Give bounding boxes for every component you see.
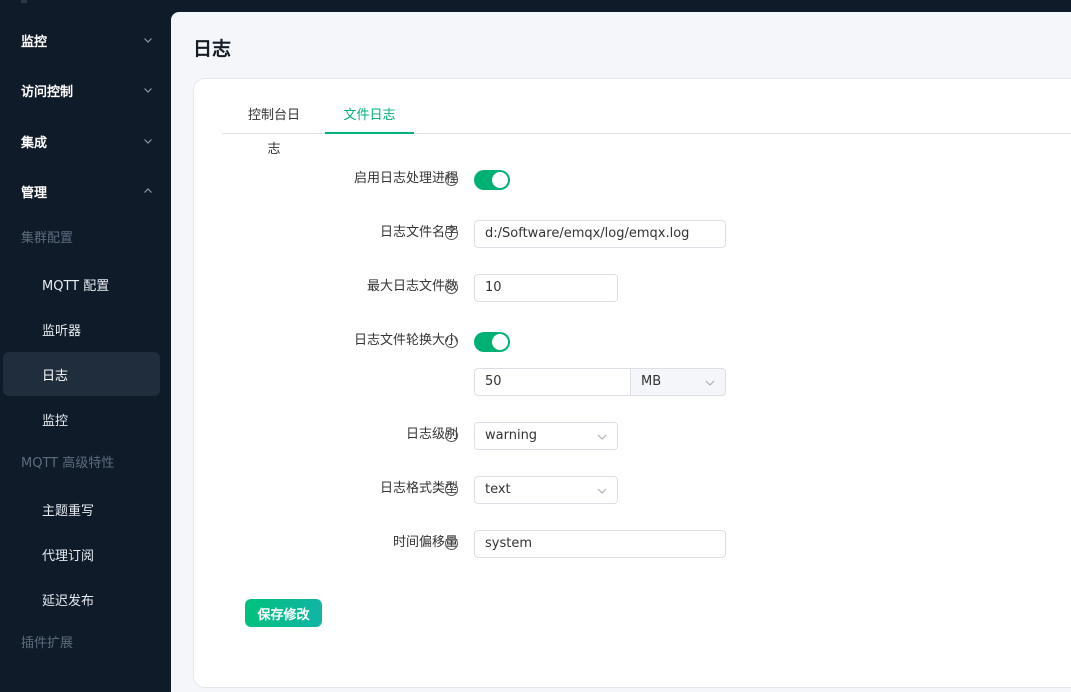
sidebar-item-auto-subscribe[interactable]: 代理订阅: [3, 532, 160, 576]
question-circle-icon[interactable]: ?: [445, 173, 458, 186]
sidebar-item-label: 集成: [21, 135, 48, 151]
scroll-overflow-indicator: [21, 0, 27, 3]
sidebar-item-label: 日志: [42, 368, 69, 384]
sidebar-item-label: 主题重写: [42, 503, 95, 519]
unit-select-value: MB: [641, 374, 662, 389]
file-name-input[interactable]: d:/Software/emqx/log/emqx.log: [474, 220, 726, 248]
enable-handler-toggle[interactable]: [474, 170, 510, 190]
question-circle-icon[interactable]: ?: [445, 227, 458, 240]
sidebar-item-label: 访问控制: [21, 84, 74, 100]
sidebar-item-label: 代理订阅: [42, 548, 95, 564]
rotation-size-toggle[interactable]: [474, 332, 510, 352]
max-files-input[interactable]: 10: [474, 274, 618, 302]
sidebar-item-management[interactable]: 管理: [0, 171, 171, 211]
sidebar-item-log[interactable]: 日志: [3, 352, 160, 396]
chevron-down-icon: [144, 139, 152, 144]
question-circle-icon[interactable]: ?: [445, 335, 458, 348]
save-button[interactable]: 保存修改: [245, 599, 322, 627]
chevron-up-icon: [144, 188, 152, 193]
sidebar: 监控 访问控制 集成 管理 集群配置 MQTT 配置 监听器 日志 监控 MQT…: [0, 0, 171, 667]
toggle-knob: [492, 334, 508, 350]
chevron-down-icon: [144, 38, 152, 43]
chevron-down-icon: [705, 380, 715, 386]
time-offset-input[interactable]: system: [474, 530, 726, 558]
sidebar-item-listeners[interactable]: 监听器: [3, 307, 160, 351]
sidebar-item-monitoring[interactable]: 监控: [0, 20, 171, 60]
sidebar-item-monitoring-config[interactable]: 监控: [3, 397, 160, 441]
question-circle-icon[interactable]: ?: [445, 429, 458, 442]
tab-file-log[interactable]: 文件日志: [325, 99, 414, 134]
sidebar-group-mqtt-advanced: MQTT 高级特性: [21, 456, 115, 471]
chevron-down-icon: [597, 434, 607, 440]
sidebar-item-label: 延迟发布: [42, 593, 95, 609]
sidebar-item-label: 监听器: [42, 323, 82, 339]
sidebar-item-integration[interactable]: 集成: [0, 121, 171, 161]
page-title: 日志: [193, 38, 232, 60]
log-settings-card: 控制台日志 文件日志 启用日志处理进程 ? 日志文件名字 ? d:/Softwa…: [193, 78, 1071, 688]
chevron-down-icon: [144, 88, 152, 93]
sidebar-item-label: 监控: [42, 413, 69, 429]
tab-console-log[interactable]: 控制台日志: [242, 99, 306, 157]
field-label-enable-handler: 启用日志处理进程: [353, 171, 458, 186]
main-content: 日志 控制台日志 文件日志 启用日志处理进程 ? 日志文件名字 ? d:/Sof…: [171, 12, 1071, 692]
sidebar-item-mqtt-config[interactable]: MQTT 配置: [3, 262, 160, 306]
sidebar-item-label: MQTT 配置: [42, 278, 110, 294]
sidebar-item-label: 监控: [21, 34, 48, 50]
sidebar-group-plugins: 插件扩展: [21, 636, 74, 651]
chevron-down-icon: [597, 488, 607, 494]
field-label-rotation-size: 日志文件轮换大小: [353, 333, 458, 348]
sidebar-group-cluster-config: 集群配置: [21, 231, 74, 246]
log-formatter-select[interactable]: text: [474, 476, 618, 504]
question-circle-icon[interactable]: ?: [445, 537, 458, 550]
sidebar-item-delayed-publish[interactable]: 延迟发布: [3, 577, 160, 621]
tab-bar: 控制台日志 文件日志: [222, 99, 1071, 157]
question-circle-icon[interactable]: ?: [445, 483, 458, 496]
log-level-select[interactable]: warning: [474, 422, 618, 450]
sidebar-item-access-control[interactable]: 访问控制: [0, 70, 171, 110]
rotation-size-unit-select[interactable]: MB: [631, 368, 726, 396]
question-circle-icon[interactable]: ?: [445, 281, 458, 294]
log-level-value: warning: [485, 428, 538, 443]
sidebar-item-topic-rewrite[interactable]: 主题重写: [3, 487, 160, 531]
toggle-knob: [492, 172, 508, 188]
log-formatter-value: text: [485, 482, 511, 497]
rotation-size-input[interactable]: 50: [474, 368, 631, 396]
sidebar-item-label: 管理: [21, 185, 48, 201]
